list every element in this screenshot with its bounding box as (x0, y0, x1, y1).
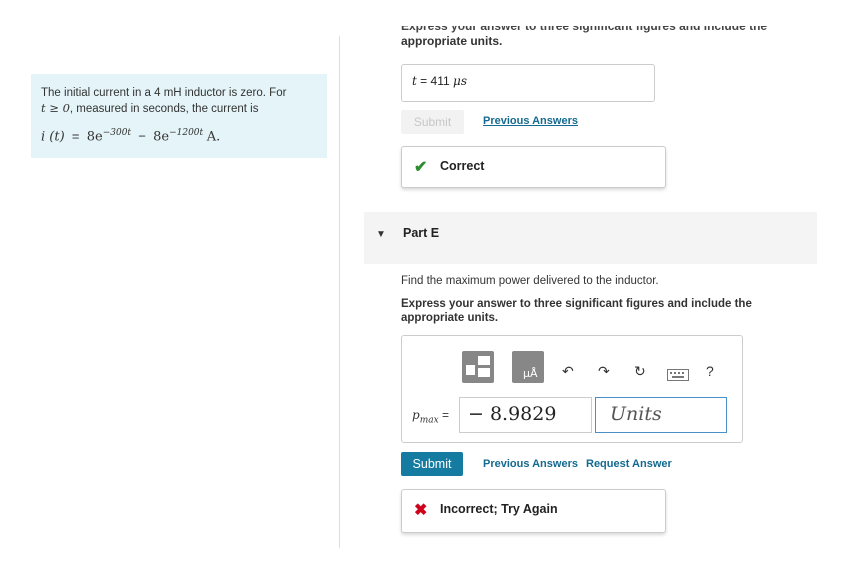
part-d-answer-equals: = (420, 74, 428, 88)
current-equation: i (t) = 8e−300t − 8e−1200t A. (41, 128, 220, 144)
part-e-value-input[interactable]: − 8.9829 (459, 397, 592, 433)
check-icon: ✔ (414, 159, 428, 176)
equation-equals: = (71, 128, 80, 144)
term2-exponent: −1200t (169, 128, 204, 138)
part-d-previous-answers-link[interactable]: Previous Answers (483, 115, 578, 127)
term1-exponent: −300t (102, 128, 132, 138)
part-d-answer-variable: t (412, 74, 417, 88)
part-e-request-answer-link[interactable]: Request Answer (586, 458, 672, 470)
keyboard-icon[interactable] (667, 368, 689, 386)
part-d-submit-button: Submit (401, 110, 464, 134)
part-e-instruction: Express your answer to three significant… (401, 298, 752, 324)
problem-statement: The initial current in a 4 mH inductor i… (31, 74, 327, 158)
part-e-feedback: ✖ Incorrect; Try Again (401, 489, 666, 533)
part-e-header[interactable]: ▼ Part E (364, 212, 817, 264)
part-e-answer-variable: pmax = (412, 408, 450, 426)
equation-lhs: i (t) (41, 129, 65, 145)
problem-condition: t ≥ 0 (41, 101, 70, 115)
part-d-answer-unit: μs (453, 74, 467, 88)
help-icon[interactable]: ? (706, 363, 714, 379)
part-d-answer-value: 411 (430, 74, 450, 88)
part-d-instruction: Express your answer to three significant… (401, 26, 767, 49)
reset-icon[interactable]: ↻ (634, 363, 646, 380)
units-symbol-icon[interactable]: μÅ (512, 351, 544, 383)
part-d-instruction-units: appropriate units. (401, 34, 503, 48)
part-d-instruction-cut: Express your answer to three significant… (401, 26, 768, 33)
problem-intro: The initial current in a 4 mH inductor i… (41, 86, 321, 117)
redo-icon[interactable]: ↷ (598, 363, 610, 380)
problem-intro-text: The initial current in a 4 mH inductor i… (41, 87, 287, 99)
part-e-submit-button[interactable]: Submit (401, 452, 463, 476)
part-d-feedback-text: Correct (440, 159, 485, 173)
term2-coefficient: 8e (153, 129, 170, 145)
part-e-feedback-text: Incorrect; Try Again (440, 502, 558, 516)
svg-text:μÅ: μÅ (523, 367, 538, 380)
part-e-units-input[interactable]: Units (595, 397, 727, 433)
part-e-answer-equals: = (442, 408, 450, 422)
problem-intro-rest: , measured in seconds, the current is (69, 103, 259, 115)
part-e-title: Part E (403, 226, 440, 240)
column-divider (339, 36, 340, 548)
part-e-value-text: − 8.9829 (468, 403, 557, 425)
equation-minus: − (138, 128, 146, 144)
part-e-units-placeholder: Units (610, 403, 662, 425)
part-d-answer: t = 411 μs (412, 74, 467, 88)
undo-icon[interactable]: ↶ (562, 363, 574, 380)
part-e-question: Find the maximum power delivered to the … (401, 275, 659, 287)
part-e-math-editor: μÅ ↶ ↷ ↻ ? pmax = − 8.9829 Units (401, 335, 743, 443)
part-d-feedback: ✔ Correct (401, 146, 666, 188)
part-d-answer-field: t = 411 μs (401, 64, 655, 102)
equation-unit: A. (206, 129, 221, 145)
collapse-triangle-icon[interactable]: ▼ (376, 229, 386, 240)
part-e-previous-answers-link[interactable]: Previous Answers (483, 458, 578, 470)
x-icon: ✖ (414, 502, 428, 519)
term1-coefficient: 8e (86, 129, 103, 145)
templates-icon[interactable] (462, 351, 494, 383)
